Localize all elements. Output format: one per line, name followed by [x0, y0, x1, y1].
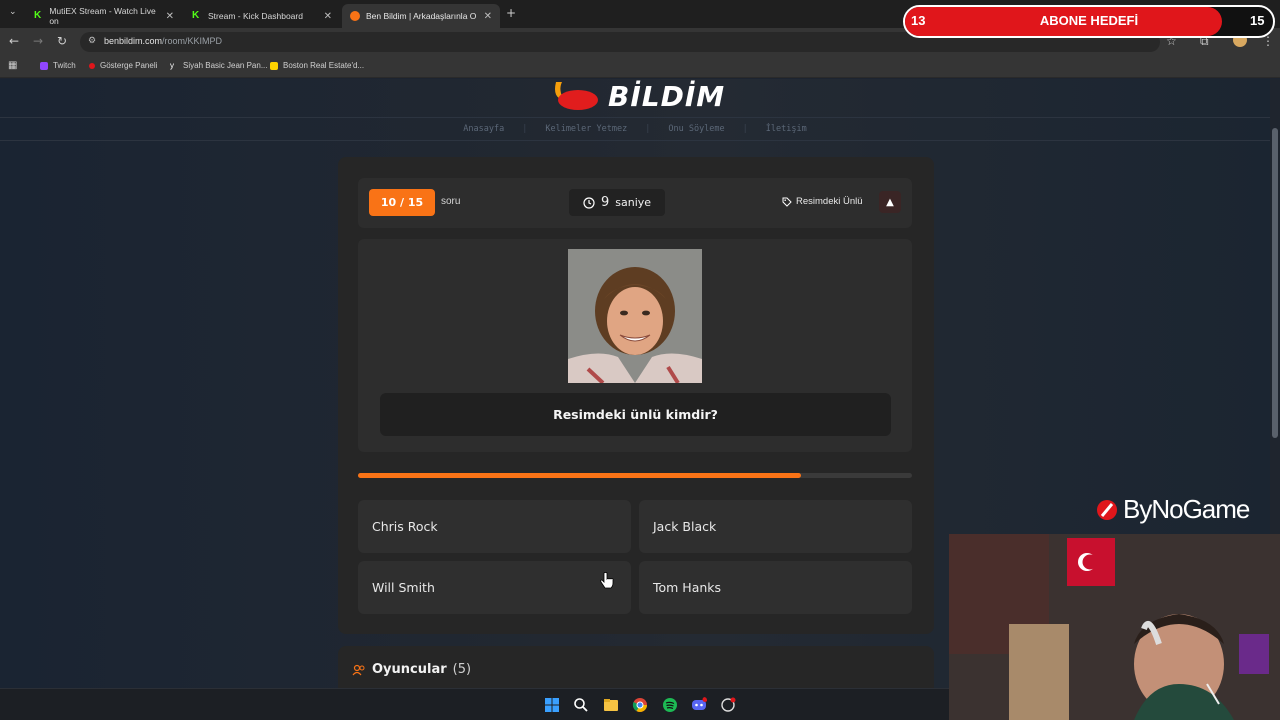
bookmark-dashboard[interactable]: Gösterge Paneli	[89, 61, 157, 70]
question-counter-label: soru	[441, 196, 461, 207]
bookmark-label: Twitch	[53, 61, 76, 70]
subscriber-goal-current: 13	[911, 13, 926, 28]
tab-title: Ben Bildim | Arkadaşlarınla Onl	[366, 11, 476, 21]
spotify-icon[interactable]	[662, 697, 678, 713]
players-count: (5)	[452, 662, 472, 677]
tab-title: Stream - Kick Dashboard	[208, 11, 303, 21]
close-tab-icon[interactable]: ✕	[166, 11, 174, 22]
bookmark-twitch[interactable]: Twitch	[40, 61, 76, 70]
nav-separator: |	[522, 124, 528, 134]
time-progress-fill	[358, 473, 802, 478]
hand-cursor-icon	[600, 572, 614, 589]
tab-kick-dashboard[interactable]: K Stream - Kick Dashboard ✕	[184, 4, 340, 28]
category-text: Resimdeki Ünlü	[796, 196, 863, 207]
tag-icon	[782, 197, 792, 207]
kick-icon: K	[192, 11, 202, 21]
url-text: benbildim.com/room/KKIMPD	[104, 36, 223, 46]
site-info-icon[interactable]: ⚙	[88, 35, 96, 46]
warning-icon: ▲	[886, 196, 894, 208]
nav-separator: |	[742, 124, 748, 134]
subscriber-goal-title: ABONE HEDEFİ	[1039, 13, 1139, 28]
answer-option[interactable]: Tom Hanks	[639, 561, 912, 614]
nav-separator: |	[645, 124, 651, 134]
discord-icon[interactable]	[691, 697, 707, 713]
site-logo[interactable]: BİLDİM	[608, 80, 725, 113]
y-icon: y	[170, 60, 174, 70]
twitch-icon	[40, 61, 48, 70]
timer-value: 9	[600, 195, 610, 210]
nav-onu-soyleme[interactable]: Onu Söyleme	[668, 124, 724, 134]
celebrity-photo	[568, 249, 702, 383]
back-icon[interactable]: ←	[9, 34, 19, 48]
users-icon	[352, 664, 365, 675]
bookmark-label: Boston Real Estate'd...	[283, 61, 365, 70]
bookmark-jean[interactable]: y Siyah Basic Jean Pan...	[170, 61, 268, 70]
tab-benbildim[interactable]: Ben Bildim | Arkadaşlarınla Onl ✕	[342, 4, 500, 28]
search-icon[interactable]	[573, 697, 589, 713]
category-label: Resimdeki Ünlü	[782, 196, 863, 207]
nav-iletisim[interactable]: İletişim	[766, 124, 807, 134]
tab-mutiex[interactable]: K MutiEX Stream - Watch Live on ✕	[26, 4, 182, 28]
kick-icon: K	[34, 11, 44, 21]
nav-kelimeler-yetmez[interactable]: Kelimeler Yetmez	[545, 124, 627, 134]
question-text: Resimdeki ünlü kimdir?	[380, 393, 891, 436]
dashboard-icon	[89, 62, 95, 69]
site-nav: Anasayfa | Kelimeler Yetmez | Onu Söylem…	[0, 117, 1270, 141]
reload-icon[interactable]: ↻	[57, 34, 67, 48]
subscriber-goal-target: 15	[1250, 13, 1265, 28]
players-title: Oyuncular (5)	[352, 662, 471, 677]
scrollbar-thumb[interactable]	[1272, 128, 1278, 438]
new-tab-icon[interactable]: +	[506, 6, 516, 20]
windows-start-icon[interactable]	[544, 697, 560, 713]
answer-option[interactable]: Will Smith	[358, 561, 631, 614]
close-tab-icon[interactable]: ✕	[324, 11, 332, 22]
tab-title: MutiEX Stream - Watch Live on	[49, 6, 156, 26]
chrome-icon[interactable]	[632, 697, 648, 713]
benbildim-icon	[350, 11, 360, 21]
question-counter: 10 / 15	[369, 189, 435, 216]
app-icon[interactable]	[720, 697, 736, 713]
bookmark-label: Siyah Basic Jean Pan...	[183, 61, 268, 70]
sponsor-logo: ByNoGame	[1095, 494, 1250, 525]
report-button[interactable]: ▲	[879, 191, 901, 213]
bookmark-label: Gösterge Paneli	[100, 61, 158, 70]
file-explorer-icon[interactable]	[603, 697, 619, 713]
forward-icon[interactable]: →	[33, 34, 43, 48]
bynogame-icon	[1097, 499, 1117, 520]
s-icon	[270, 61, 278, 70]
close-tab-icon[interactable]: ✕	[484, 11, 492, 22]
players-label: Oyuncular	[372, 662, 447, 677]
timer: 9 saniye	[569, 189, 665, 216]
webcam-feed	[949, 534, 1280, 720]
logo-mark-icon	[555, 82, 598, 110]
nav-home[interactable]: Anasayfa	[463, 124, 504, 134]
answer-option[interactable]: Jack Black	[639, 500, 912, 553]
bookmark-boston[interactable]: Boston Real Estate'd...	[270, 61, 364, 70]
clock-icon	[583, 196, 595, 209]
bookmarks-bar: ▦ Twitch Gösterge Paneli y Siyah Basic Je…	[0, 56, 1280, 78]
timer-unit: saniye	[615, 196, 652, 209]
apps-grid-icon[interactable]: ▦	[8, 60, 17, 71]
tab-list-icon[interactable]: ⌄	[9, 7, 17, 17]
answer-option[interactable]: Chris Rock	[358, 500, 631, 553]
sponsor-text: ByNoGame	[1123, 494, 1250, 524]
